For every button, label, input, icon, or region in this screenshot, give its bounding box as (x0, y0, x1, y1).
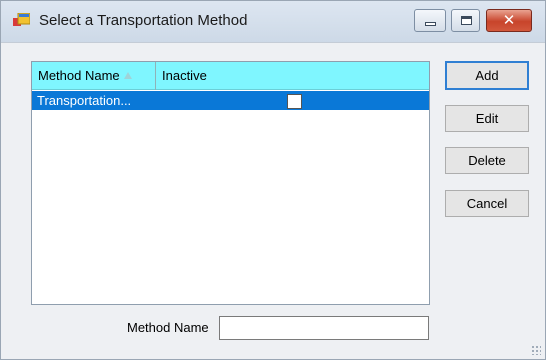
sort-ascending-icon (123, 72, 132, 79)
method-name-input[interactable] (219, 316, 429, 340)
maximize-icon (461, 16, 472, 25)
list-row-selected[interactable]: Transportation... (32, 91, 429, 110)
app-window-icon (13, 13, 30, 26)
maximize-button[interactable] (451, 9, 480, 32)
window-title: Select a Transportation Method (39, 12, 248, 29)
minimize-button[interactable] (414, 9, 446, 32)
methods-list[interactable]: Method Name Inactive Transportation... (31, 61, 430, 305)
minimize-icon (425, 22, 436, 26)
column-header-inactive[interactable]: Inactive (156, 62, 429, 90)
delete-button[interactable]: Delete (445, 147, 529, 174)
resize-grip-icon[interactable] (531, 345, 541, 355)
column-header-label: Inactive (162, 68, 207, 83)
close-button[interactable]: ✕ (486, 9, 532, 32)
edit-button[interactable]: Edit (445, 105, 529, 132)
dialog-window: Select a Transportation Method ✕ Method … (0, 0, 546, 360)
method-name-label: Method Name (127, 320, 209, 335)
close-icon: ✕ (502, 11, 516, 29)
method-name-cell: Transportation... (37, 93, 132, 108)
column-header-label: Method Name (38, 68, 120, 83)
inactive-checkbox[interactable] (287, 94, 302, 109)
list-header: Method Name Inactive (32, 62, 429, 90)
column-header-method-name[interactable]: Method Name (32, 62, 156, 90)
title-bar[interactable]: Select a Transportation Method ✕ (1, 1, 545, 43)
cancel-button[interactable]: Cancel (445, 190, 529, 217)
add-button[interactable]: Add (445, 61, 529, 90)
